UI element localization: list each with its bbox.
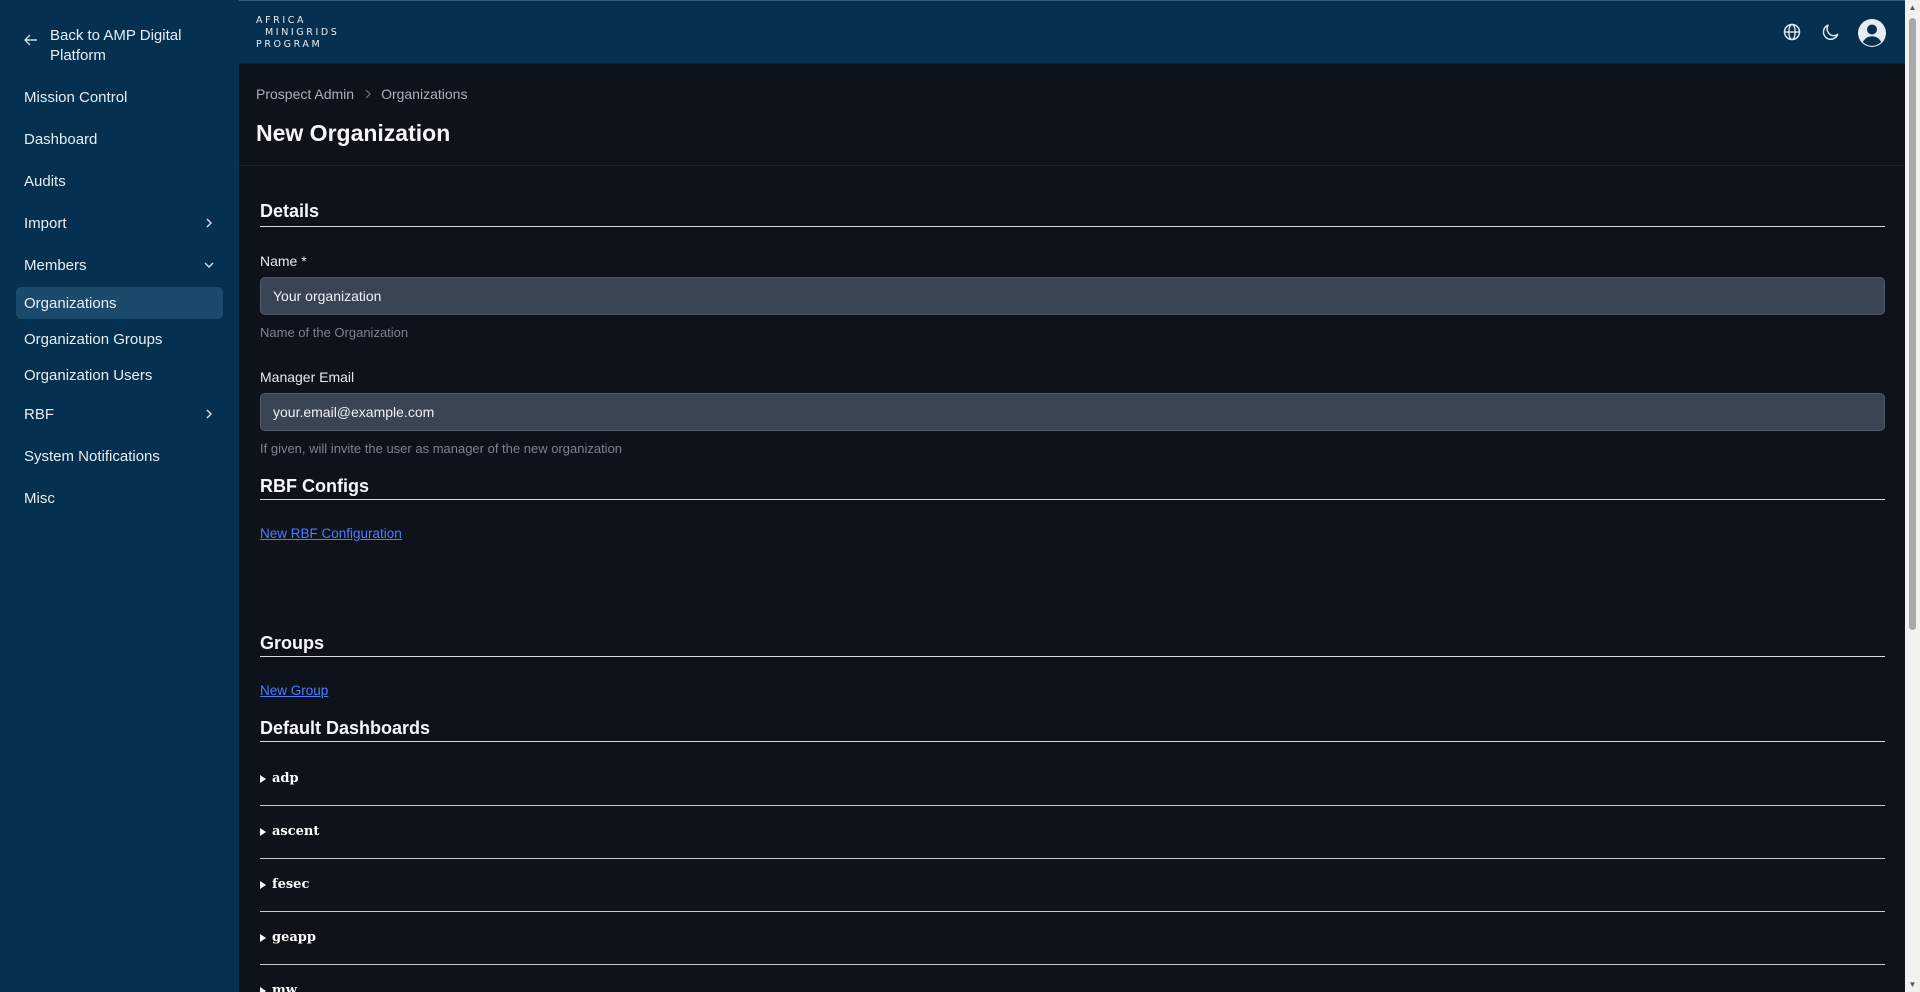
chevron-right-icon <box>206 218 212 228</box>
page-scrollbar[interactable]: ▲ ▼ <box>1905 0 1920 992</box>
manager-email-help-text: If given, will invite the user as manage… <box>260 441 623 456</box>
dashboard-group-label: fesec <box>260 877 309 892</box>
sidebar-item-label: Organization Groups <box>24 330 163 348</box>
disclosure-triangle-icon <box>260 986 266 992</box>
name-label: Name * <box>260 253 307 269</box>
dashboard-group-label: mw <box>260 983 297 992</box>
sidebar-item-label: Misc <box>24 489 55 507</box>
dashboard-group-mw[interactable]: mw <box>260 965 1885 992</box>
dashboard-group-geapp[interactable]: geapp <box>260 912 1885 965</box>
sidebar-item-label: Members <box>24 256 87 274</box>
scroll-up-icon[interactable]: ▲ <box>1908 3 1917 12</box>
sidebar-item-label: RBF <box>24 405 54 423</box>
divider <box>260 226 1885 227</box>
sidebar-item-organization-groups[interactable]: Organization Groups <box>16 323 223 355</box>
sidebar-item-dashboard[interactable]: Dashboard <box>16 123 223 155</box>
new-group-link[interactable]: New Group <box>260 683 328 698</box>
sidebar-item-mission-control[interactable]: Mission Control <box>16 81 223 113</box>
dashboard-group-adp[interactable]: adp <box>260 753 1885 806</box>
back-label: Back to AMP Digital Platform <box>50 27 182 64</box>
sidebar-item-label: Dashboard <box>24 130 98 148</box>
dashboard-group-name: fesec <box>272 877 310 892</box>
sidebar: Back to AMP Digital Platform Mission Con… <box>0 0 239 992</box>
dashboard-group-name: geapp <box>272 930 316 945</box>
disclosure-triangle-icon <box>260 827 266 836</box>
logo-line: PROGRAM <box>256 39 323 50</box>
sidebar-item-label: Mission Control <box>24 88 128 106</box>
dashboard-group-name: ascent <box>272 824 320 839</box>
breadcrumb: Prospect Admin Organizations <box>256 86 467 102</box>
logo-line: AFRICA <box>256 15 307 26</box>
chevron-right-icon <box>206 409 212 419</box>
sidebar-item-import[interactable]: Import <box>16 207 223 239</box>
chevron-down-icon <box>204 262 214 268</box>
divider <box>260 656 1885 657</box>
back-to-platform-link[interactable]: Back to AMP Digital Platform <box>24 26 200 66</box>
dashboard-group-fesec[interactable]: fesec <box>260 859 1885 912</box>
sidebar-item-label: Organization Users <box>24 366 153 384</box>
sidebar-item-label: System Notifications <box>24 447 160 465</box>
breadcrumb-current[interactable]: Organizations <box>381 86 467 102</box>
dashboard-group-label: geapp <box>260 930 316 945</box>
divider <box>260 741 1885 742</box>
sidebar-item-audits[interactable]: Audits <box>16 165 223 197</box>
dashboard-group-label: ascent <box>260 824 319 839</box>
groups-heading: Groups <box>260 633 325 653</box>
organization-name-input[interactable] <box>260 277 1885 315</box>
breadcrumb-root[interactable]: Prospect Admin <box>256 86 354 102</box>
manager-email-label: Manager Email <box>260 369 355 385</box>
sidebar-item-misc[interactable]: Misc <box>16 482 223 514</box>
scroll-down-icon[interactable]: ▼ <box>1908 980 1917 989</box>
sidebar-item-rbf[interactable]: RBF <box>16 398 223 430</box>
moon-icon[interactable] <box>1820 21 1842 43</box>
dashboard-group-name: adp <box>272 771 299 786</box>
disclosure-triangle-icon <box>260 880 266 889</box>
details-heading: Details <box>260 201 320 221</box>
disclosure-triangle-icon <box>260 774 266 783</box>
scrollbar-thumb[interactable] <box>1909 18 1916 630</box>
name-help-text: Name of the Organization <box>260 325 409 340</box>
top-bar: AFRICA MINIGRIDS PROGRAM <box>239 0 1905 64</box>
sidebar-item-label: Audits <box>24 172 66 190</box>
manager-email-input[interactable] <box>260 393 1885 431</box>
default-dashboards-heading: Default Dashboards <box>260 718 431 738</box>
africa-minigrids-program-logo[interactable]: AFRICA MINIGRIDS PROGRAM <box>256 15 339 51</box>
sidebar-item-label: Organizations <box>24 294 117 312</box>
dashboard-group-label: adp <box>260 771 299 786</box>
dashboard-group-name: mw <box>272 983 297 992</box>
page-title: New Organization <box>256 120 451 146</box>
sidebar-item-organizations[interactable]: Organizations <box>16 287 223 319</box>
divider <box>239 165 1905 166</box>
divider <box>260 499 1885 500</box>
dashboard-group-ascent[interactable]: ascent <box>260 806 1885 859</box>
new-rbf-configuration-link[interactable]: New RBF Configuration <box>260 526 402 541</box>
arrow-left-icon <box>24 34 37 46</box>
chevron-right-icon <box>365 89 371 99</box>
disclosure-triangle-icon <box>260 933 266 942</box>
rbf-configs-heading: RBF Configs <box>260 476 369 496</box>
globe-icon[interactable] <box>1781 21 1803 43</box>
sidebar-item-label: Import <box>24 214 67 232</box>
logo-line: MINIGRIDS <box>265 27 340 38</box>
sidebar-item-organization-users[interactable]: Organization Users <box>16 359 223 391</box>
sidebar-item-members[interactable]: Members <box>16 249 223 281</box>
account-icon[interactable] <box>1857 18 1887 48</box>
sidebar-item-system-notifications[interactable]: System Notifications <box>16 440 223 472</box>
